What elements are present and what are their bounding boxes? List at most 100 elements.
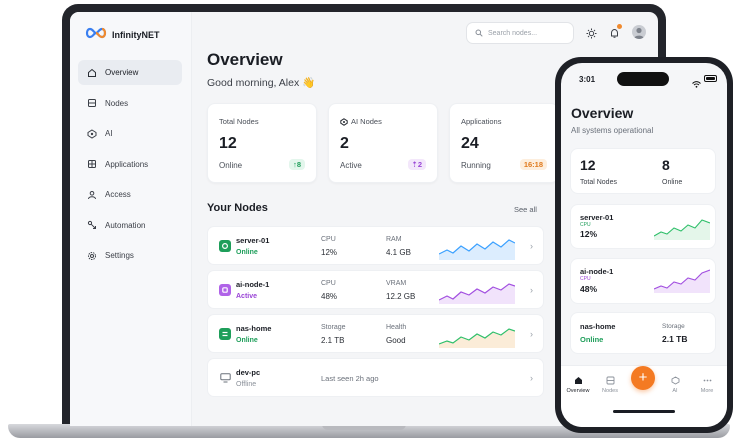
metric-label: RAM (386, 236, 402, 243)
total-nodes-value: 12 (580, 157, 596, 173)
mobile-app: 3:01 Overview All systems operational 12… (561, 63, 727, 427)
node-status: Online (580, 335, 604, 344)
tab-more[interactable]: More (691, 376, 723, 394)
sparkline-chart (439, 283, 515, 304)
stat-card-applications[interactable]: Applications 24 Running 16:18 (449, 103, 559, 183)
stat-sub: Online (219, 161, 243, 170)
node-name: dev-pc (236, 368, 261, 377)
node-row-dev-pc[interactable]: dev-pc Offline Last seen 2h ago › (207, 358, 544, 397)
metric-value: 12.2 GB (386, 292, 416, 301)
sidebar-item-ai[interactable]: AI (78, 121, 182, 146)
sidebar-item-label: Nodes (105, 98, 129, 108)
chevron-right-icon: › (530, 285, 533, 295)
stat-label: Total Nodes (219, 117, 259, 126)
tab-label: AI (672, 388, 678, 394)
apps-icon (88, 160, 96, 168)
node-status: Active (236, 293, 258, 300)
status-bar-time: 3:01 (579, 75, 596, 84)
see-all-link[interactable]: See all (514, 205, 537, 214)
node-name: server-01 (580, 213, 614, 222)
server-icon (219, 240, 231, 252)
node-row-ai-node-1[interactable]: ai-node-1 Active CPU 48% VRAM 12.2 GB › (207, 270, 544, 309)
cpu-value: 12% (580, 229, 598, 239)
page-title: Overview (207, 50, 283, 69)
mobile-node-card-server-01[interactable]: server-01 CPU 12% (570, 204, 716, 249)
tab-nodes[interactable]: Nodes (594, 376, 626, 394)
automation-icon (87, 220, 96, 229)
metric-label: Health (386, 324, 407, 331)
metric-value: Good (386, 336, 406, 345)
node-row-nas-home[interactable]: nas-home Online Storage 2.1 TB Health Go… (207, 314, 544, 353)
add-button[interactable]: + (631, 366, 655, 390)
sidebar-item-label: AI (105, 129, 113, 138)
sidebar-item-access[interactable]: Access (78, 182, 182, 207)
metric-value: 2.1 TB (662, 334, 688, 344)
chevron-right-icon: › (530, 329, 533, 339)
sidebar-item-settings[interactable]: Settings (78, 243, 182, 268)
stat-card-total-nodes[interactable]: Total Nodes 12 Online ↑8 (207, 103, 317, 183)
mobile-node-card-ai-node-1[interactable]: ai-node-1 CPU 48% (570, 258, 716, 304)
more-dots-icon (703, 379, 711, 382)
brand[interactable]: InfinityNET (84, 26, 160, 44)
mobile-subtitle: All systems operational (571, 126, 654, 135)
chevron-right-icon: › (530, 241, 533, 251)
node-status: Online (236, 249, 258, 256)
nodes-icon (606, 376, 614, 385)
gear-icon (88, 251, 96, 260)
node-name: nas-home (580, 322, 616, 331)
sparkline-chart (654, 219, 710, 240)
last-seen-text: Last seen 2h ago (321, 374, 379, 383)
node-status: Online (236, 337, 258, 344)
sidebar-item-automation[interactable]: Automation (78, 213, 182, 238)
search-placeholder: Search nodes... (488, 29, 538, 37)
mobile-node-card-nas-home[interactable]: nas-home Online Storage 2.1 TB (570, 312, 716, 354)
cpu-value: 48% (580, 284, 598, 294)
stat-value: 2 (340, 135, 349, 152)
online-label: Online (662, 179, 683, 186)
user-icon (88, 190, 96, 199)
sun-icon[interactable] (586, 26, 597, 44)
stat-card-ai-nodes[interactable]: AI Nodes 2 Active ⇡2 (328, 103, 438, 183)
ai-icon (671, 376, 679, 385)
sidebar-item-label: Settings (105, 251, 134, 260)
tab-label: More (700, 388, 714, 394)
sidebar-item-overview[interactable]: Overview (78, 60, 182, 85)
sparkline-chart (654, 269, 710, 293)
dynamic-island (617, 72, 669, 86)
chevron-right-icon: › (530, 373, 533, 383)
sidebar-item-label: Applications (105, 159, 149, 169)
tab-overview[interactable]: Overview (562, 376, 594, 394)
mobile-summary-card[interactable]: 12 Total Nodes 8 Online (570, 148, 716, 194)
nodes-icon (88, 99, 96, 107)
tab-ai[interactable]: AI (659, 376, 691, 394)
sidebar: InfinityNET Overview Nodes AI Applicatio… (70, 12, 192, 426)
stat-label: Applications (461, 117, 502, 126)
metric-label: CPU (321, 280, 336, 287)
metric-value: 4.1 GB (386, 248, 411, 257)
ai-chip-icon (219, 284, 231, 296)
node-status: Offline (236, 381, 257, 388)
metric-value: 48% (321, 292, 338, 301)
sparkline-chart (439, 328, 515, 348)
stat-label: AI Nodes (340, 117, 382, 126)
stat-value: 12 (219, 135, 237, 152)
online-value: 8 (662, 157, 670, 173)
monitor-icon (219, 372, 231, 384)
sidebar-item-applications[interactable]: Applications (78, 152, 182, 177)
node-name: ai-node-1 (580, 267, 614, 276)
wifi-icon (692, 75, 701, 93)
infinity-logo-icon (84, 26, 108, 44)
stat-value: 24 (461, 135, 479, 152)
ai-icon (87, 128, 97, 139)
sidebar-item-nodes[interactable]: Nodes (78, 91, 182, 116)
search-icon (475, 29, 483, 37)
home-icon (574, 377, 582, 384)
mobile-page-title: Overview (571, 105, 634, 121)
avatar[interactable] (632, 25, 646, 39)
section-title: Your Nodes (207, 202, 268, 214)
metric-label: Storage (321, 324, 346, 331)
search-input[interactable]: Search nodes... (466, 22, 574, 44)
node-row-server-01[interactable]: server-01 Online CPU 12% RAM 4.1 GB › (207, 226, 544, 265)
stat-label-text: AI Nodes (351, 117, 382, 126)
stat-badge: ⇡2 (407, 159, 426, 170)
